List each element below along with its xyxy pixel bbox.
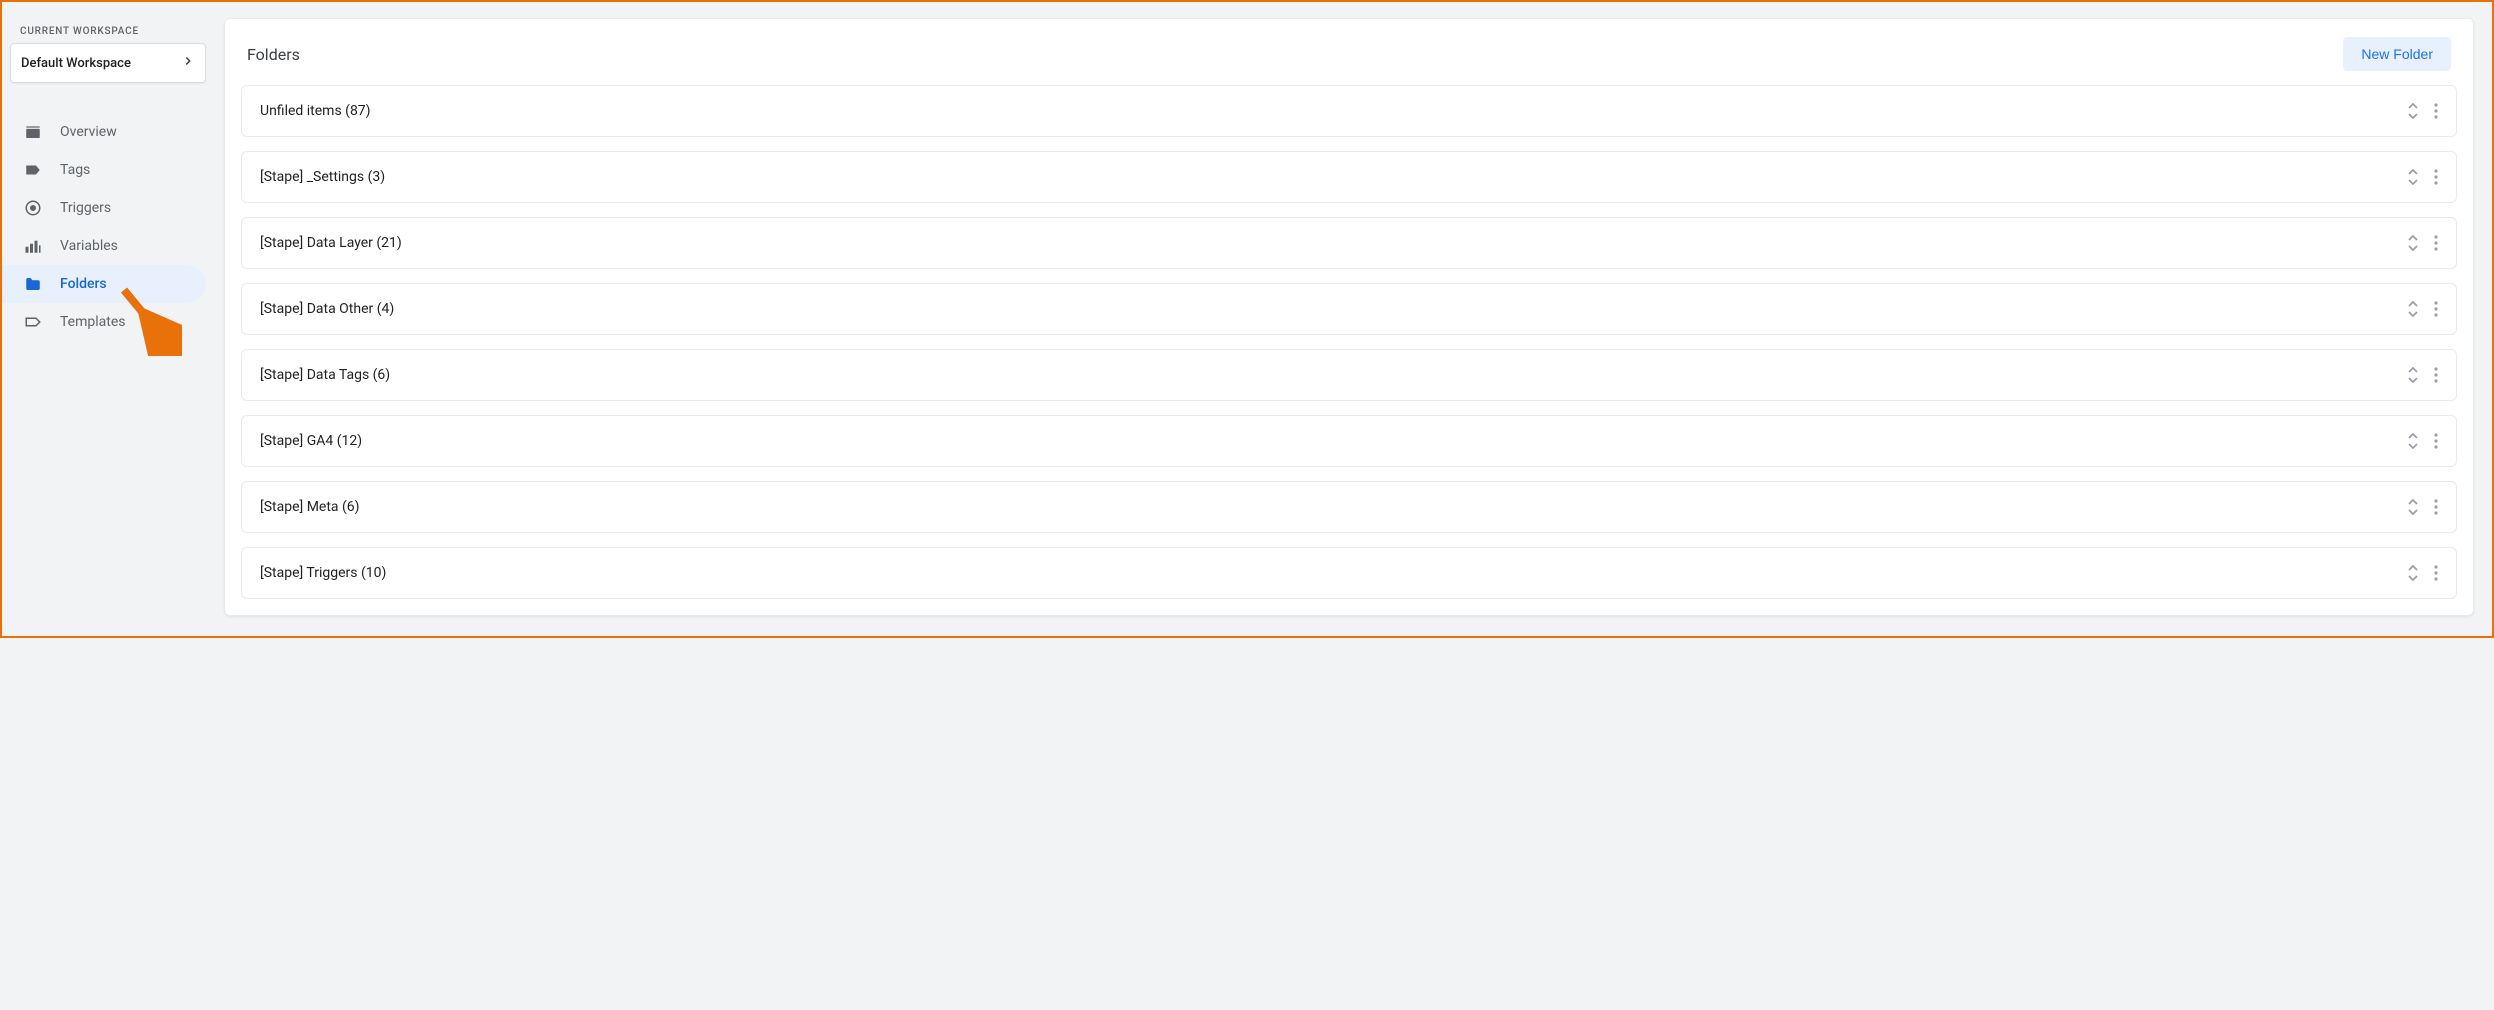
row-actions	[2406, 168, 2438, 186]
expand-collapse-icon[interactable]	[2406, 564, 2420, 582]
folder-name: [Stape] Data Other (4)	[260, 301, 394, 317]
workspace-name: Default Workspace	[21, 56, 131, 71]
folders-panel: Folders New Folder Unfiled items (87) [St…	[224, 18, 2474, 616]
expand-collapse-icon[interactable]	[2406, 102, 2420, 120]
expand-collapse-icon[interactable]	[2406, 234, 2420, 252]
workspace-section-label: CURRENT WORKSPACE	[10, 18, 206, 43]
sidebar-item-label: Triggers	[60, 200, 111, 216]
target-icon	[24, 199, 42, 217]
row-actions	[2406, 564, 2438, 582]
more-options-icon[interactable]	[2434, 499, 2438, 515]
sidebar: CURRENT WORKSPACE Default Workspace Over…	[2, 2, 214, 636]
chevron-right-icon	[181, 54, 195, 72]
sidebar-item-overview[interactable]: Overview	[2, 113, 206, 151]
row-actions	[2406, 498, 2438, 516]
folder-row[interactable]: [Stape] Triggers (10)	[241, 547, 2457, 599]
more-options-icon[interactable]	[2434, 433, 2438, 449]
folder-name: [Stape] Meta (6)	[260, 499, 360, 515]
folder-name: [Stape] GA4 (12)	[260, 433, 362, 449]
panel-header: Folders New Folder	[241, 27, 2457, 85]
sidebar-item-folders[interactable]: Folders	[2, 265, 206, 303]
folder-name: [Stape] Triggers (10)	[260, 565, 386, 581]
template-icon	[24, 313, 42, 331]
workspace-selector[interactable]: Default Workspace	[10, 43, 206, 83]
folder-row[interactable]: [Stape] Meta (6)	[241, 481, 2457, 533]
tag-icon	[24, 161, 42, 179]
row-actions	[2406, 300, 2438, 318]
expand-collapse-icon[interactable]	[2406, 432, 2420, 450]
main-area: Folders New Folder Unfiled items (87) [St…	[214, 2, 2492, 636]
page-title: Folders	[247, 45, 300, 64]
expand-collapse-icon[interactable]	[2406, 168, 2420, 186]
sidebar-item-variables[interactable]: Variables	[2, 227, 206, 265]
folder-name: [Stape] Data Layer (21)	[260, 235, 402, 251]
sidebar-item-label: Tags	[60, 162, 90, 178]
new-folder-button[interactable]: New Folder	[2343, 37, 2451, 71]
row-actions	[2406, 102, 2438, 120]
folder-row[interactable]: [Stape] _Settings (3)	[241, 151, 2457, 203]
more-options-icon[interactable]	[2434, 367, 2438, 383]
folder-icon	[24, 275, 42, 293]
sidebar-item-label: Variables	[60, 238, 118, 254]
sidebar-item-label: Overview	[60, 124, 117, 140]
folder-row[interactable]: [Stape] Data Tags (6)	[241, 349, 2457, 401]
variables-icon	[24, 237, 42, 255]
sidebar-item-templates[interactable]: Templates	[2, 303, 206, 341]
folder-row[interactable]: [Stape] GA4 (12)	[241, 415, 2457, 467]
folder-name: [Stape] _Settings (3)	[260, 169, 385, 185]
folder-row[interactable]: [Stape] Data Other (4)	[241, 283, 2457, 335]
expand-collapse-icon[interactable]	[2406, 300, 2420, 318]
row-actions	[2406, 234, 2438, 252]
sidebar-item-tags[interactable]: Tags	[2, 151, 206, 189]
folder-list: Unfiled items (87) [Stape] _Settings (3) […	[241, 85, 2457, 599]
folder-name: Unfiled items (87)	[260, 103, 371, 119]
more-options-icon[interactable]	[2434, 235, 2438, 251]
overview-icon	[24, 123, 42, 141]
expand-collapse-icon[interactable]	[2406, 366, 2420, 384]
sidebar-item-triggers[interactable]: Triggers	[2, 189, 206, 227]
more-options-icon[interactable]	[2434, 103, 2438, 119]
folder-row[interactable]: Unfiled items (87)	[241, 85, 2457, 137]
more-options-icon[interactable]	[2434, 565, 2438, 581]
row-actions	[2406, 366, 2438, 384]
more-options-icon[interactable]	[2434, 301, 2438, 317]
folder-row[interactable]: [Stape] Data Layer (21)	[241, 217, 2457, 269]
nav-list: Overview Tags Triggers Variables Folders Temp…	[10, 113, 206, 341]
expand-collapse-icon[interactable]	[2406, 498, 2420, 516]
row-actions	[2406, 432, 2438, 450]
sidebar-item-label: Templates	[60, 314, 126, 330]
folder-name: [Stape] Data Tags (6)	[260, 367, 390, 383]
more-options-icon[interactable]	[2434, 169, 2438, 185]
sidebar-item-label: Folders	[60, 276, 107, 292]
